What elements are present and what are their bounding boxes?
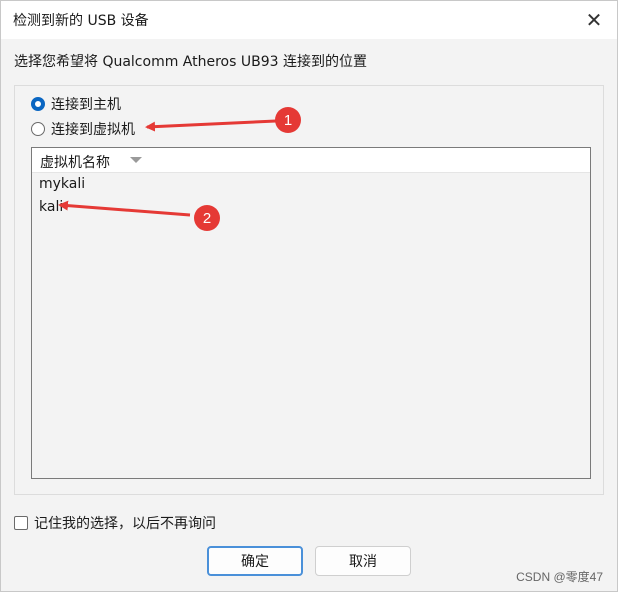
radio-vm-indicator[interactable] <box>31 122 45 136</box>
radio-connect-host[interactable]: 连接到主机 <box>31 94 121 114</box>
window-title: 检测到新的 USB 设备 <box>13 13 149 29</box>
remember-choice[interactable]: 记住我的选择，以后不再询问 <box>14 513 216 533</box>
watermark: CSDN @零度47 <box>516 570 603 584</box>
cancel-button[interactable]: 取消 <box>315 546 411 576</box>
title-bar: 检测到新的 USB 设备 ✕ <box>1 1 617 39</box>
radio-host-indicator[interactable] <box>31 97 45 111</box>
vm-list-item[interactable]: kali <box>39 199 63 215</box>
sort-chevron-icon[interactable] <box>130 157 142 163</box>
vm-name-column-header[interactable]: 虚拟机名称 <box>40 152 110 172</box>
usb-device-dialog: 检测到新的 USB 设备 ✕ 选择您希望将 Qualcomm Atheros U… <box>0 0 618 592</box>
vm-list-header[interactable]: 虚拟机名称 <box>32 148 590 173</box>
ok-button[interactable]: 确定 <box>207 546 303 576</box>
connection-options-group: 连接到主机 连接到虚拟机 虚拟机名称 mykali kali <box>14 85 604 495</box>
radio-vm-label[interactable]: 连接到虚拟机 <box>51 119 135 139</box>
remember-checkbox[interactable] <box>14 516 28 530</box>
vm-list-item[interactable]: mykali <box>39 176 85 192</box>
close-icon[interactable]: ✕ <box>579 7 609 33</box>
connection-prompt: 选择您希望将 Qualcomm Atheros UB93 连接到的位置 <box>14 54 367 70</box>
vm-list[interactable]: 虚拟机名称 mykali kali <box>31 147 591 479</box>
radio-host-label[interactable]: 连接到主机 <box>51 94 121 114</box>
remember-label[interactable]: 记住我的选择，以后不再询问 <box>34 513 216 533</box>
radio-connect-vm[interactable]: 连接到虚拟机 <box>31 119 135 139</box>
